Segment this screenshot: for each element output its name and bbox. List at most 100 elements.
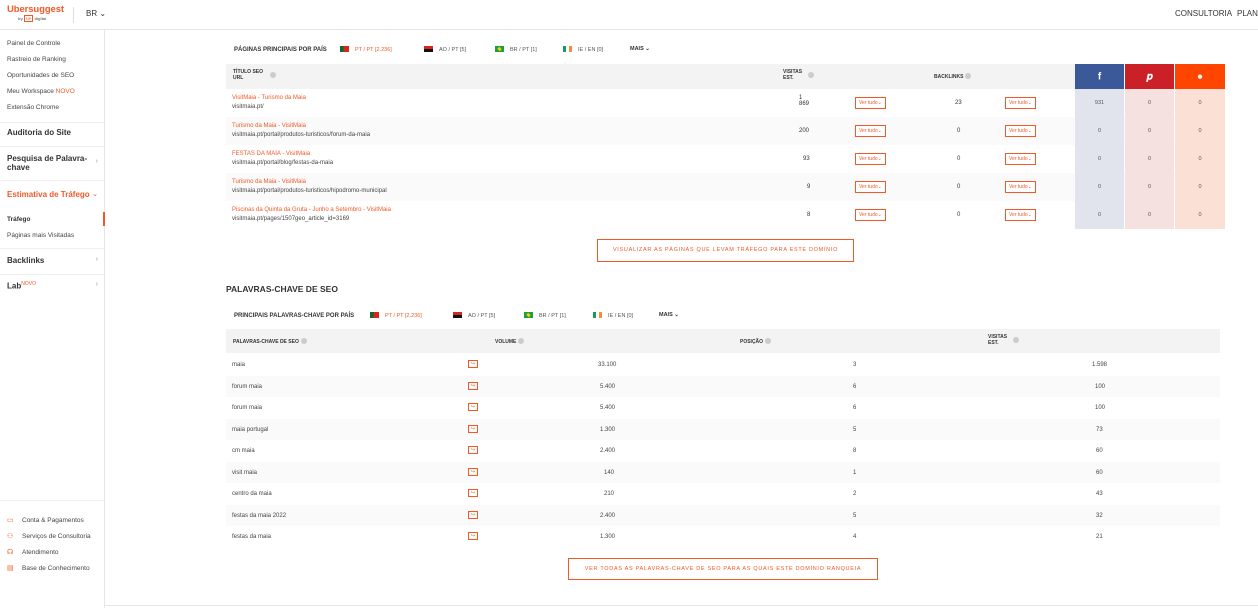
- ver-tudo-button[interactable]: Ver tudo⌄: [1005, 97, 1036, 109]
- sidebar-item-trafego[interactable]: Tráfego: [7, 216, 30, 223]
- open-keyword-icon[interactable]: ↪: [468, 446, 478, 454]
- reddit-shares: 0: [1175, 145, 1225, 173]
- keywords-section-title: PRINCIPAIS PALAVRAS-CHAVE POR PAÍS: [234, 313, 355, 319]
- sidebar-item-estimativa[interactable]: Estimativa de Tráfego: [7, 190, 90, 199]
- sidebar-item-extensao[interactable]: Extensão Chrome: [7, 104, 59, 111]
- country-tab-br[interactable]: BR / PT [1]: [524, 312, 566, 319]
- reddit-shares: 0: [1175, 89, 1225, 117]
- table-row: centro da maia ↪ 210 2 43: [226, 483, 1220, 505]
- logo-byline: by NP digital: [18, 15, 47, 22]
- keyword: maia: [232, 362, 246, 368]
- sidebar-item-workspace[interactable]: Meu Workspace NOVO: [7, 88, 75, 95]
- footer-item-servicos[interactable]: ⚇ Serviços de Consultoria: [7, 532, 91, 540]
- page-title-link[interactable]: Turismo da Maia - VisitMaia: [232, 179, 306, 185]
- country-tab-br[interactable]: BR / PT [1]: [495, 46, 537, 53]
- pinterest-shares: 0: [1125, 117, 1174, 145]
- keyword: forum maia: [232, 383, 263, 390]
- country-tab-ie[interactable]: IE / EN [0]: [593, 312, 633, 319]
- facebook-shares: 0: [1075, 201, 1124, 229]
- keyword: maia portugal: [232, 426, 269, 433]
- headset-icon: ☊: [7, 549, 14, 556]
- help-icon[interactable]: [268, 72, 276, 79]
- volume-value: 1.300: [600, 534, 616, 540]
- page-url: visitmaia.pt/: [232, 104, 264, 110]
- volume-value: 5.400: [600, 383, 616, 390]
- volume-value: 140: [604, 469, 615, 476]
- backlinks-value: 0: [957, 156, 961, 162]
- ver-tudo-button[interactable]: Ver tudo⌄: [855, 97, 886, 109]
- page-title-link[interactable]: FESTAS DA MAIA - VisitMaia: [232, 151, 310, 157]
- chevron-down-icon: ⌄: [99, 9, 107, 18]
- backlinks-value: 23: [955, 100, 962, 106]
- open-keyword-icon[interactable]: ↪: [468, 403, 478, 411]
- visits-value: 100: [1095, 405, 1106, 411]
- keyword: forum maia: [232, 405, 263, 411]
- position-value: 5: [853, 426, 857, 433]
- sidebar-item-auditoria[interactable]: Auditoria do Site: [7, 128, 71, 137]
- planos-link[interactable]: PLANOS: [1237, 9, 1258, 18]
- open-keyword-icon[interactable]: ↪: [468, 381, 478, 390]
- sidebar-item-lab[interactable]: LabNOVO: [7, 281, 36, 291]
- col-keyword-header: PALAVRAS-CHAVE DE SEO: [233, 338, 307, 345]
- chevron-down-icon: ⌄: [92, 191, 98, 198]
- sidebar-item-rastreio[interactable]: Rastreio de Ranking: [7, 56, 66, 63]
- page-title-link[interactable]: Turismo da Maia - VisitMaia: [232, 123, 306, 129]
- sidebar-item-pesquisa[interactable]: Pesquisa de Palavra-chave: [7, 154, 87, 172]
- keyword: festas da maia: [232, 534, 272, 540]
- language-selector[interactable]: BR ⌄: [86, 9, 106, 18]
- open-keyword-icon[interactable]: ↪: [468, 467, 478, 476]
- sidebar-item-backlinks[interactable]: Backlinks: [7, 256, 44, 265]
- pinterest-icon: 𝒑: [1146, 71, 1153, 82]
- logo[interactable]: Ubersuggest by NP digital: [7, 4, 69, 22]
- footer-item-base[interactable]: ▤ Base de Conhecimento: [7, 564, 90, 572]
- backlinks-value: 0: [957, 184, 961, 190]
- ver-tudo-button[interactable]: Ver tudo⌄: [855, 209, 886, 221]
- footer-item-conta[interactable]: ▭ Conta & Pagamentos: [7, 516, 84, 524]
- open-keyword-icon[interactable]: ↪: [468, 510, 478, 519]
- consultoria-link[interactable]: CONSULTORIA: [1175, 9, 1232, 18]
- country-tab-ao[interactable]: AO / PT [5]: [453, 312, 495, 319]
- volume-value: 33.100: [598, 362, 617, 368]
- ver-tudo-button[interactable]: Ver tudo⌄: [1005, 209, 1036, 221]
- open-keyword-icon[interactable]: ↪: [468, 424, 478, 433]
- ver-tudo-button[interactable]: Ver tudo⌄: [855, 125, 886, 137]
- country-tab-ie[interactable]: IE / EN [0]: [563, 46, 603, 53]
- backlinks-value: 0: [957, 212, 961, 218]
- page-title-link[interactable]: Piscinas da Quinta da Gruta - Junho a Se…: [232, 207, 391, 213]
- view-all-keywords-button[interactable]: VER TODAS AS PALAVRAS-CHAVE DE SEO PARA …: [568, 558, 878, 580]
- help-icon[interactable]: [806, 72, 814, 79]
- ver-tudo-button[interactable]: Ver tudo⌄: [855, 181, 886, 193]
- divider: [0, 122, 104, 123]
- open-keyword-icon[interactable]: ↪: [468, 360, 478, 368]
- country-tab-ao[interactable]: AO / PT [5]: [424, 46, 466, 53]
- ver-tudo-button[interactable]: Ver tudo⌄: [1005, 153, 1036, 165]
- ver-tudo-button[interactable]: Ver tudo⌄: [1005, 125, 1036, 137]
- open-keyword-icon[interactable]: ↪: [468, 532, 478, 540]
- sidebar-item-oportunidades[interactable]: Oportunidades de SEO: [7, 72, 74, 79]
- country-tab-pt[interactable]: PT / PT [2.236]: [340, 46, 392, 53]
- sidebar-item-paginas-visitadas[interactable]: Páginas mais Visitadas: [7, 232, 74, 239]
- visits-value: 1 869: [799, 95, 810, 107]
- position-value: 3: [853, 362, 857, 368]
- sidebar-item-painel[interactable]: Painel de Controle: [7, 40, 60, 47]
- people-icon: ⚇: [7, 533, 14, 540]
- table-row: forum maia ↪ 5.400 6 100: [226, 397, 1220, 419]
- visits-value: 100: [1095, 383, 1106, 390]
- novo-badge: NOVO: [21, 281, 36, 287]
- more-countries-dropdown[interactable]: MAIS ⌄: [630, 46, 650, 52]
- footer-item-atendimento[interactable]: ☊ Atendimento: [7, 548, 59, 556]
- view-pages-button[interactable]: VISUALIZAR AS PÁGINAS QUE LEVAM TRÁFEGO …: [597, 239, 854, 262]
- position-value: 6: [853, 405, 857, 411]
- credit-card-icon: ▭: [7, 517, 14, 524]
- page-title-link[interactable]: VisitMaia - Turismo da Maia: [232, 95, 306, 101]
- ver-tudo-button[interactable]: Ver tudo⌄: [1005, 181, 1036, 193]
- pinterest-column-header: 𝒑: [1125, 64, 1174, 89]
- open-keyword-icon[interactable]: ↪: [468, 489, 478, 497]
- visits-value: 21: [1096, 534, 1103, 540]
- more-countries-dropdown[interactable]: MAIS ⌄: [659, 312, 679, 318]
- country-tab-pt[interactable]: PT / PT [2.236]: [370, 312, 422, 319]
- help-icon[interactable]: [1011, 337, 1019, 344]
- ver-tudo-button[interactable]: Ver tudo⌄: [855, 153, 886, 165]
- flag-ie-icon: [593, 312, 602, 318]
- table-row: festas da maia ↪ 1.300 4 21: [226, 526, 1220, 548]
